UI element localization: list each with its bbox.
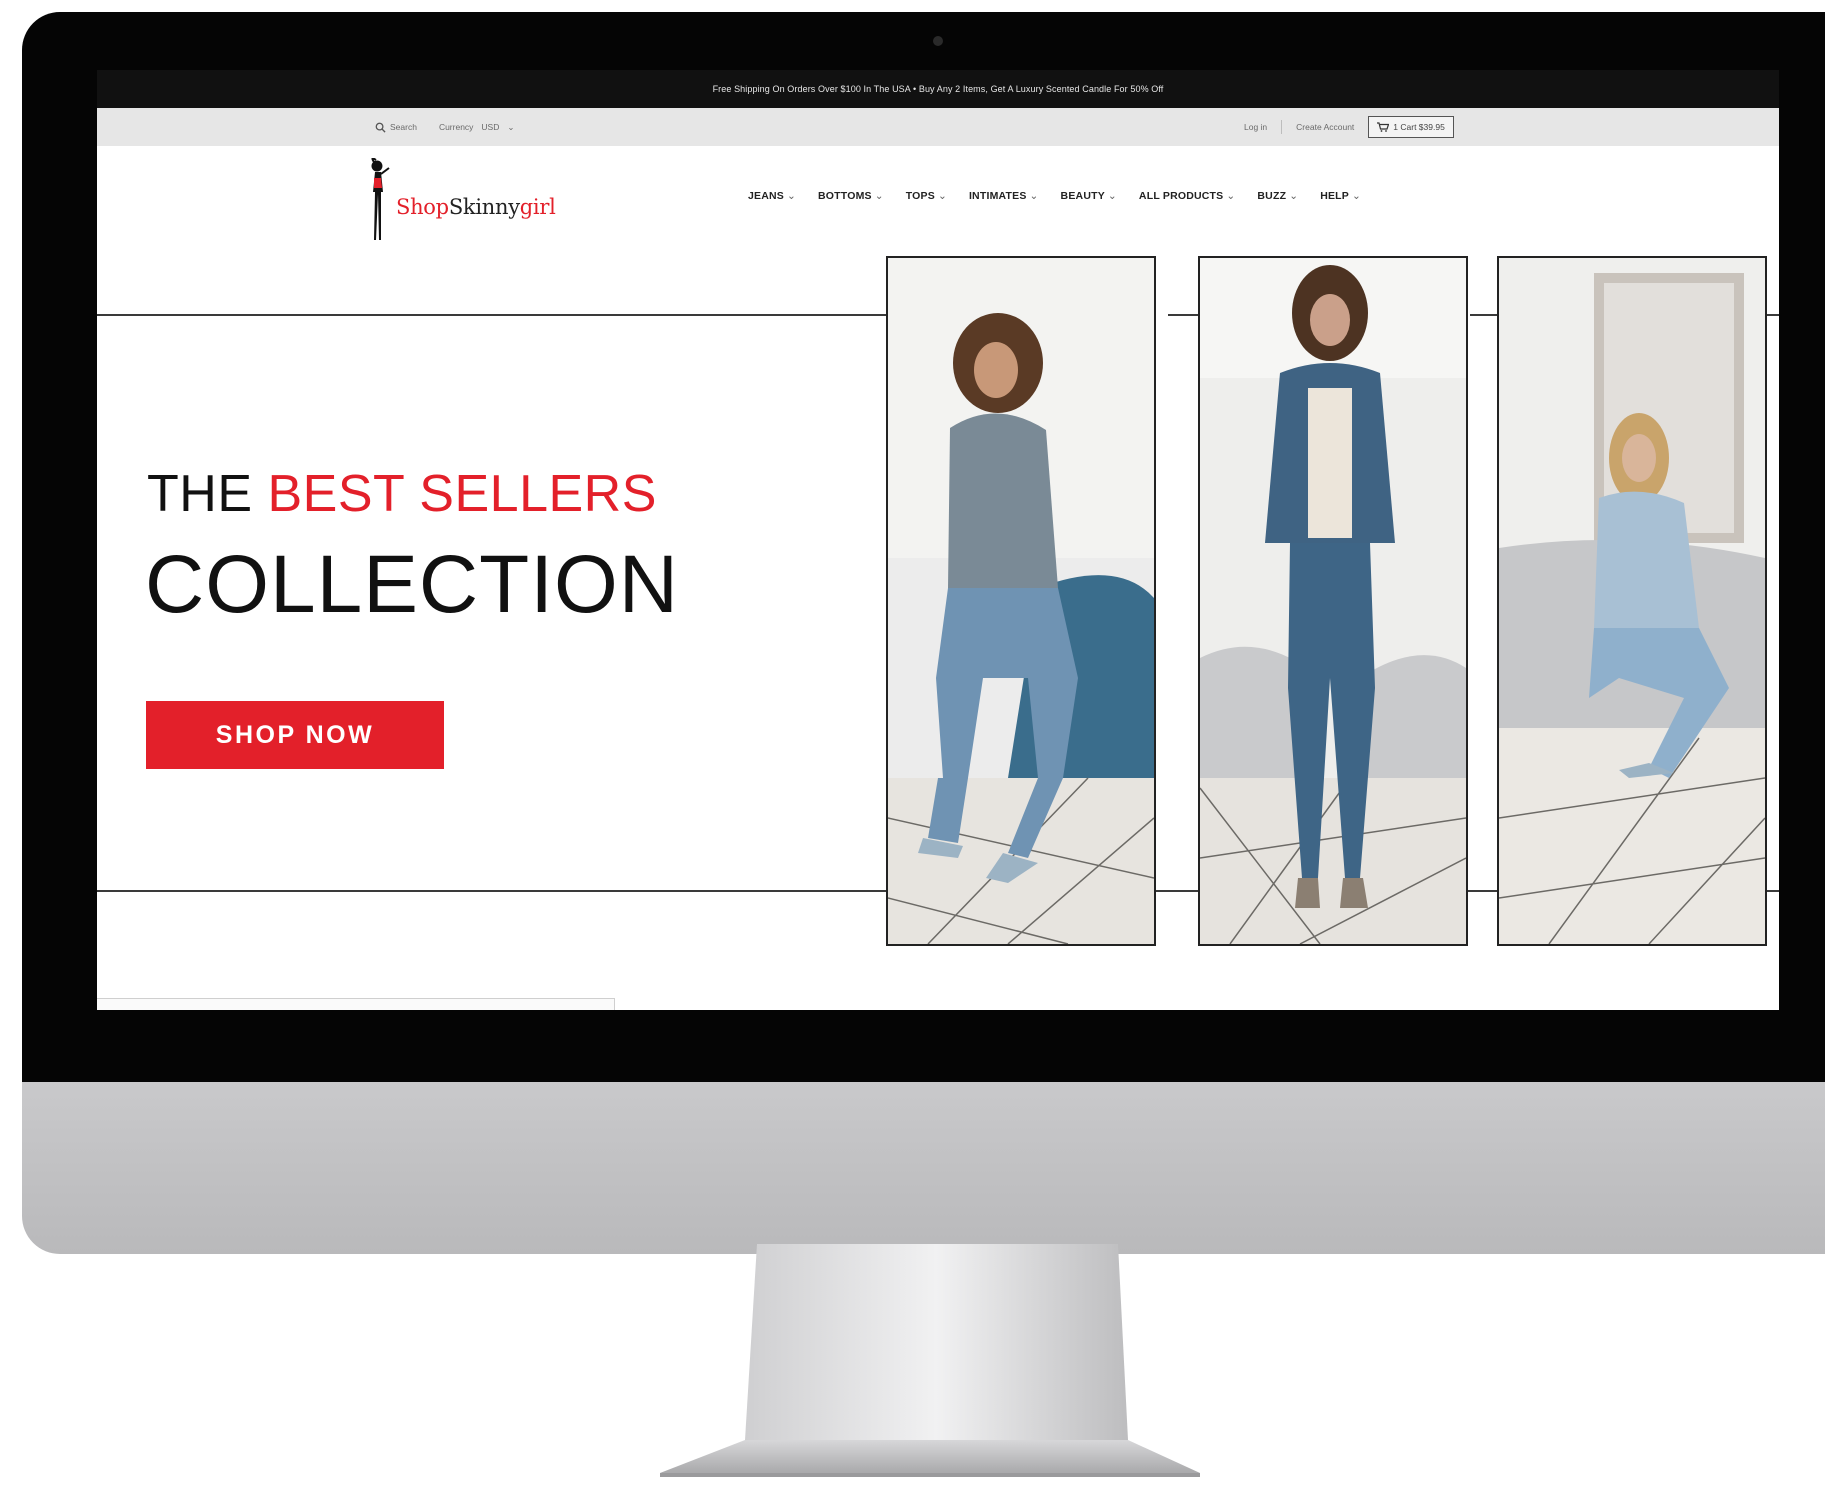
announcement-text: Free Shipping On Orders Over $100 In The… xyxy=(712,84,1164,94)
nav-item-intimates[interactable]: INTIMATES ⌄ xyxy=(969,190,1039,202)
hero-photo-3[interactable] xyxy=(1497,256,1767,946)
main-nav: JEANS ⌄ BOTTOMS ⌄ TOPS ⌄ INTIMATES ⌄ BEAUTY ⌄… xyxy=(748,190,1361,202)
model-sofa-photo xyxy=(1499,258,1765,944)
hero-title-line2: COLLECTION xyxy=(145,539,679,630)
hero-photo-1[interactable] xyxy=(886,256,1156,946)
nav-label: JEANS xyxy=(748,190,785,202)
hero-title-highlight: BEST SELLERS xyxy=(267,465,657,523)
chevron-down-icon: ⌄ xyxy=(874,190,884,202)
search-icon xyxy=(375,122,386,133)
nav-item-help[interactable]: HELP ⌄ xyxy=(1320,190,1361,202)
nav-label: INTIMATES xyxy=(968,190,1027,202)
browser-screen: Free Shipping On Orders Over $100 In The… xyxy=(97,70,1779,1010)
nav-item-tops[interactable]: TOPS ⌄ xyxy=(906,190,947,202)
utility-right: Log in Create Account 1 Cart $39.95 xyxy=(1244,108,1454,146)
nav-item-beauty[interactable]: BEAUTY ⌄ xyxy=(1061,190,1117,202)
search-link[interactable]: Search xyxy=(375,122,417,133)
chevron-down-icon: ⌄ xyxy=(1226,190,1236,202)
nav-label: TOPS xyxy=(905,190,935,202)
utility-left: Search Currency USD ⌄ xyxy=(375,108,515,146)
hero-top-rule xyxy=(97,314,888,316)
nav-label: BEAUTY xyxy=(1060,190,1105,202)
nav-label: BOTTOMS xyxy=(818,190,872,202)
model-standing-photo xyxy=(1200,258,1466,944)
nav-item-jeans[interactable]: JEANS ⌄ xyxy=(748,190,796,202)
currency-label: Currency xyxy=(438,122,474,132)
chat-popup-edge[interactable] xyxy=(97,998,615,1010)
chevron-down-icon: ⌄ xyxy=(1289,190,1299,202)
chevron-down-icon: ⌄ xyxy=(1352,190,1361,202)
nav-item-bottoms[interactable]: BOTTOMS ⌄ xyxy=(818,190,884,202)
logo-skinny: Skinny xyxy=(448,195,520,219)
currency-selector[interactable]: Currency USD ⌄ xyxy=(439,122,515,133)
create-account-link[interactable]: Create Account xyxy=(1296,122,1354,132)
hero-photo-2[interactable] xyxy=(1198,256,1468,946)
model-seated-photo xyxy=(888,258,1154,944)
utility-bar: Search Currency USD ⌄ Log in Create Acco… xyxy=(97,108,1779,146)
currency-value: USD xyxy=(481,122,500,132)
chevron-down-icon: ⌄ xyxy=(507,121,515,132)
nav-item-buzz[interactable]: BUZZ ⌄ xyxy=(1257,190,1298,202)
camera-icon xyxy=(933,36,943,46)
hero-title-prefix: THE xyxy=(147,465,268,523)
cart-icon xyxy=(1377,122,1390,132)
login-link[interactable]: Log in xyxy=(1244,122,1267,132)
nav-label: BUZZ xyxy=(1257,190,1287,202)
announcement-bar: Free Shipping On Orders Over $100 In The… xyxy=(97,70,1779,108)
logo-wordmark: ShopSkinnygirl xyxy=(396,195,556,219)
skinnygirl-silhouette-icon xyxy=(371,158,390,240)
shop-now-button[interactable]: SHOP NOW xyxy=(146,701,444,769)
hero-top-rule-mid xyxy=(1168,314,1200,316)
cart-label: 1 Cart $39.95 xyxy=(1393,122,1445,132)
chevron-down-icon: ⌄ xyxy=(787,190,797,202)
chevron-down-icon: ⌄ xyxy=(1107,190,1117,202)
monitor-stand xyxy=(660,1244,1200,1477)
chevron-down-icon: ⌄ xyxy=(937,190,947,202)
site-logo[interactable]: ShopSkinnygirl xyxy=(366,158,556,244)
hero-title-line1: THE BEST SELLERS xyxy=(147,464,657,524)
nav-item-all-products[interactable]: ALL PRODUCTS ⌄ xyxy=(1139,190,1235,202)
chevron-down-icon: ⌄ xyxy=(1029,190,1039,202)
monitor-chin xyxy=(22,1082,1825,1254)
nav-label: ALL PRODUCTS xyxy=(1138,190,1224,202)
divider xyxy=(1281,120,1283,134)
nav-label: HELP xyxy=(1320,190,1349,202)
logo-girl: girl xyxy=(519,195,556,219)
search-label: Search xyxy=(390,122,417,132)
logo-shop: Shop xyxy=(396,195,449,219)
site-header: ShopSkinnygirl JEANS ⌄ BOTTOMS ⌄ TOPS ⌄ INT… xyxy=(97,146,1779,246)
cart-button[interactable]: 1 Cart $39.95 xyxy=(1368,116,1454,138)
